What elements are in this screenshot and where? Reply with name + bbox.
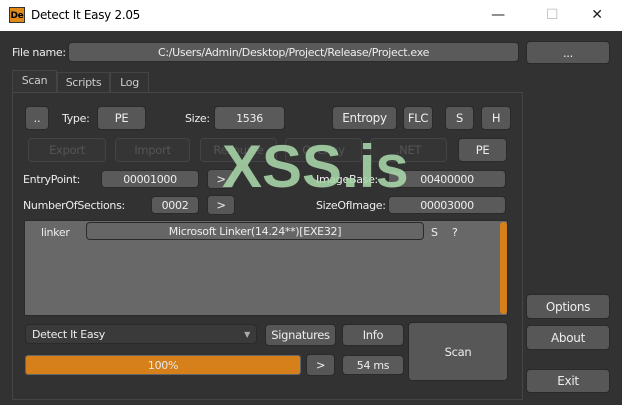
type-label: Type: xyxy=(62,112,90,125)
size-field: 1536 xyxy=(214,106,285,130)
tab-log[interactable]: Log xyxy=(110,72,149,93)
progress-text: 100% xyxy=(147,358,179,372)
info-button[interactable]: Info xyxy=(342,324,404,346)
type-select[interactable]: PE xyxy=(97,106,146,130)
progress-bar: 100% xyxy=(25,355,301,375)
file-name-label: File name: xyxy=(12,46,66,59)
elapsed-time: 54 ms xyxy=(342,355,404,375)
window-title: Detect It Easy 2.05 xyxy=(31,8,141,22)
minimize-button[interactable]: — xyxy=(483,4,513,26)
result-info-button[interactable]: ? xyxy=(452,226,458,239)
hex-button[interactable]: H xyxy=(481,106,511,130)
engine-value: Detect It Easy xyxy=(32,327,105,341)
sections-label: NumberOfSections: xyxy=(23,199,125,212)
tab-scan[interactable]: Scan xyxy=(12,70,57,93)
file-name-field[interactable]: C:/Users/Admin/Desktop/Project/Release/P… xyxy=(68,42,519,62)
tab-scripts[interactable]: Scripts xyxy=(57,72,110,93)
maximize-button[interactable]: ☐ xyxy=(537,4,567,26)
strings-button[interactable]: S xyxy=(445,106,474,130)
exit-button[interactable]: Exit xyxy=(526,369,610,393)
size-label: Size: xyxy=(185,112,210,125)
engine-select[interactable]: Detect It Easy ▼ xyxy=(25,324,257,344)
export-button: Export xyxy=(28,138,106,162)
app-logo-icon: De xyxy=(9,7,25,23)
sections-field: 0002 xyxy=(151,196,199,214)
results-list: linker Microsoft Linker(14.24**)[EXE32] … xyxy=(24,220,508,316)
flc-button[interactable]: FLC xyxy=(403,106,433,130)
result-name[interactable]: Microsoft Linker(14.24**)[EXE32] xyxy=(86,222,424,240)
title-bar: De Detect It Easy 2.05 — ☐ ✕ xyxy=(0,0,622,31)
more-button[interactable]: > xyxy=(306,354,335,376)
up-button[interactable]: .. xyxy=(25,106,49,130)
chevron-down-icon: ▼ xyxy=(244,329,250,339)
entropy-button[interactable]: Entropy xyxy=(332,106,397,130)
close-button[interactable]: ✕ xyxy=(582,4,612,26)
import-button: Import xyxy=(115,138,190,162)
results-scrollbar[interactable] xyxy=(500,222,507,314)
entrypoint-label: EntryPoint: xyxy=(23,173,80,186)
browse-button[interactable]: ... xyxy=(526,41,610,64)
result-type: linker xyxy=(41,226,70,239)
watermark: XSS.is xyxy=(222,133,409,200)
entrypoint-field: 00001000 xyxy=(101,170,199,188)
scan-button[interactable]: Scan xyxy=(408,322,508,381)
result-signature-button[interactable]: S xyxy=(431,226,438,239)
signatures-button[interactable]: Signatures xyxy=(265,324,336,346)
pe-button[interactable]: PE xyxy=(458,138,507,162)
options-button[interactable]: Options xyxy=(526,294,610,319)
about-button[interactable]: About xyxy=(526,325,610,350)
